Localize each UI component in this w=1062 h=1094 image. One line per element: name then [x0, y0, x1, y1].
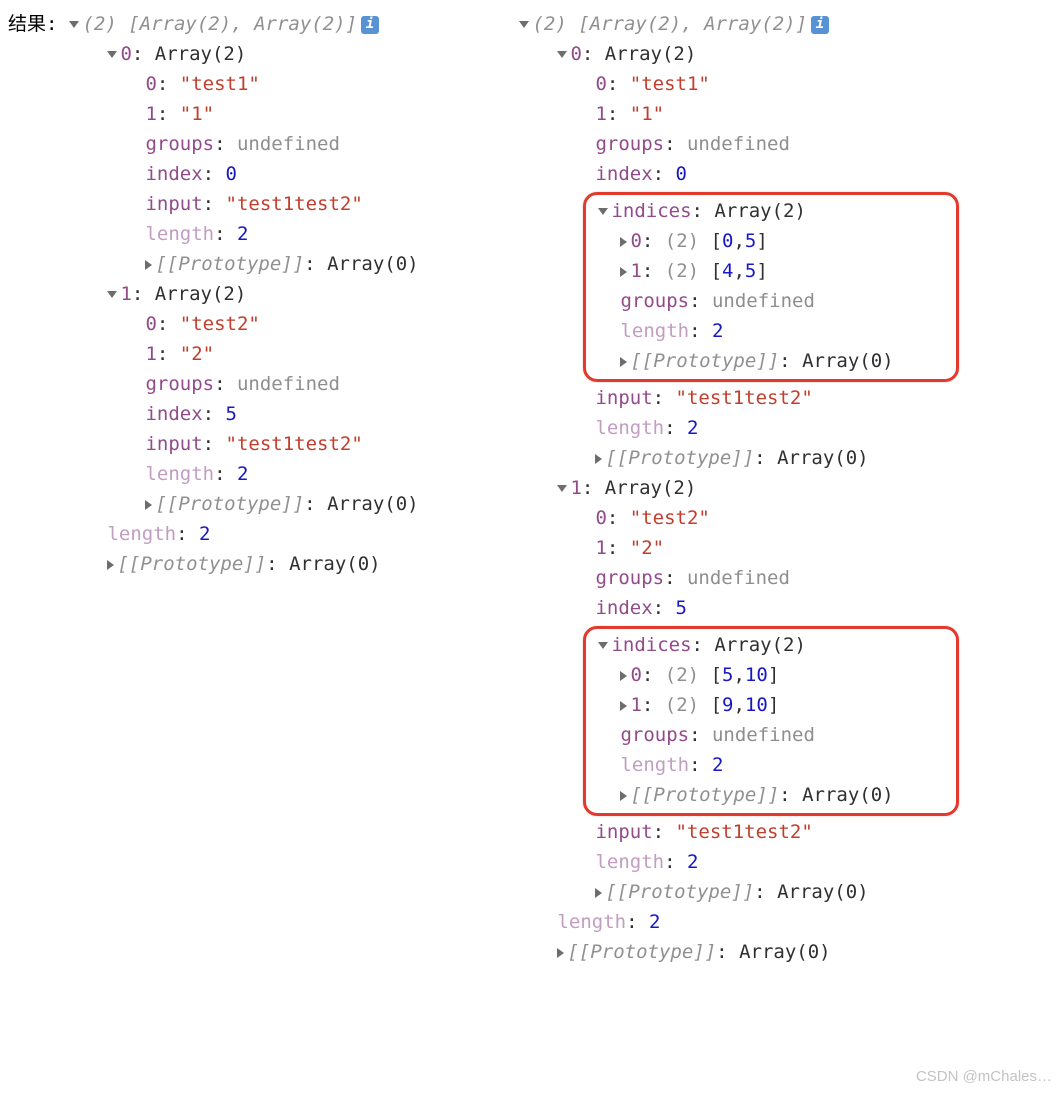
chevron-right-icon[interactable] — [557, 948, 564, 958]
property-length: length: 2 — [519, 848, 959, 878]
prototype-row[interactable]: [[Prototype]]: Array(0) — [69, 490, 509, 520]
chevron-right-icon[interactable] — [145, 500, 152, 510]
indices-header[interactable]: indices: Array(2) — [586, 197, 954, 227]
array-row-header[interactable]: 0: Array(2) — [519, 40, 959, 70]
property-length: length: 2 — [519, 908, 959, 938]
array-count: (2) — [82, 10, 116, 39]
array-value: 1: "2" — [69, 340, 509, 370]
chevron-down-icon[interactable] — [557, 485, 567, 492]
indices-row[interactable]: 1: (2) [4, 5] — [586, 257, 954, 287]
property-length: length: 2 — [586, 751, 954, 781]
property-length: length: 2 — [69, 220, 509, 250]
array-value: 1: "1" — [519, 100, 959, 130]
property-groups: groups: undefined — [519, 130, 959, 160]
chevron-down-icon[interactable] — [519, 21, 529, 28]
prototype-row[interactable]: [[Prototype]]: Array(0) — [519, 444, 959, 474]
highlighted-indices-box: indices: Array(2) 0: (2) [5, 10] 1: (2) … — [583, 626, 959, 816]
chevron-right-icon[interactable] — [107, 560, 114, 570]
chevron-right-icon[interactable] — [620, 357, 627, 367]
chevron-down-icon[interactable] — [107, 51, 117, 58]
property-index: index: 5 — [519, 594, 959, 624]
array-preview: [Array(2), Array(2)] — [578, 10, 807, 39]
indices-header[interactable]: indices: Array(2) — [586, 631, 954, 661]
array-value: 0: "test1" — [69, 70, 509, 100]
property-groups: groups: undefined — [586, 287, 954, 317]
object-header[interactable]: (2) [Array(2), Array(2)] i — [69, 10, 509, 40]
array-count: (2) — [532, 10, 566, 39]
chevron-down-icon[interactable] — [598, 208, 608, 215]
chevron-right-icon[interactable] — [145, 260, 152, 270]
array-value: 1: "2" — [519, 534, 959, 564]
result-label: 结果: — [8, 10, 57, 39]
object-header[interactable]: (2) [Array(2), Array(2)] i — [519, 10, 959, 40]
array-value: 0: "test2" — [519, 504, 959, 534]
property-input: input: "test1test2" — [69, 430, 509, 460]
indices-row[interactable]: 1: (2) [9, 10] — [586, 691, 954, 721]
property-input: input: "test1test2" — [69, 190, 509, 220]
property-groups: groups: undefined — [69, 130, 509, 160]
property-length: length: 2 — [69, 460, 509, 490]
prototype-row[interactable]: [[Prototype]]: Array(0) — [69, 250, 509, 280]
chevron-right-icon[interactable] — [595, 454, 602, 464]
chevron-down-icon[interactable] — [598, 642, 608, 649]
property-length: length: 2 — [69, 520, 509, 550]
property-groups: groups: undefined — [69, 370, 509, 400]
prototype-row[interactable]: [[Prototype]]: Array(0) — [586, 347, 954, 377]
property-groups: groups: undefined — [586, 721, 954, 751]
array-row-header[interactable]: 1: Array(2) — [519, 474, 959, 504]
info-icon[interactable]: i — [811, 16, 829, 34]
indices-row[interactable]: 0: (2) [0, 5] — [586, 227, 954, 257]
chevron-right-icon[interactable] — [620, 237, 627, 247]
chevron-right-icon[interactable] — [620, 791, 627, 801]
prototype-row[interactable]: [[Prototype]]: Array(0) — [586, 781, 954, 811]
array-preview: [Array(2), Array(2)] — [128, 10, 357, 39]
property-groups: groups: undefined — [519, 564, 959, 594]
property-input: input: "test1test2" — [519, 384, 959, 414]
chevron-down-icon[interactable] — [557, 51, 567, 58]
property-length: length: 2 — [519, 414, 959, 444]
prototype-row[interactable]: [[Prototype]]: Array(0) — [69, 550, 509, 580]
console-object-right: (2) [Array(2), Array(2)] i 0: Array(2) 0… — [519, 10, 959, 968]
prototype-row[interactable]: [[Prototype]]: Array(0) — [519, 878, 959, 908]
array-value: 0: "test1" — [519, 70, 959, 100]
property-input: input: "test1test2" — [519, 818, 959, 848]
console-object-left: (2) [Array(2), Array(2)] i 0: Array(2) 0… — [69, 10, 509, 968]
info-icon[interactable]: i — [361, 16, 379, 34]
array-value: 0: "test2" — [69, 310, 509, 340]
chevron-down-icon[interactable] — [69, 21, 79, 28]
chevron-right-icon[interactable] — [620, 267, 627, 277]
watermark: CSDN @mChales… — [916, 1065, 1052, 1088]
indices-row[interactable]: 0: (2) [5, 10] — [586, 661, 954, 691]
chevron-right-icon[interactable] — [620, 671, 627, 681]
array-row-header[interactable]: 0: Array(2) — [69, 40, 509, 70]
prototype-row[interactable]: [[Prototype]]: Array(0) — [519, 938, 959, 968]
property-index: index: 0 — [519, 160, 959, 190]
chevron-right-icon[interactable] — [595, 888, 602, 898]
chevron-right-icon[interactable] — [620, 701, 627, 711]
array-value: 1: "1" — [69, 100, 509, 130]
array-row-header[interactable]: 1: Array(2) — [69, 280, 509, 310]
property-index: index: 5 — [69, 400, 509, 430]
chevron-down-icon[interactable] — [107, 291, 117, 298]
property-length: length: 2 — [586, 317, 954, 347]
property-index: index: 0 — [69, 160, 509, 190]
highlighted-indices-box: indices: Array(2) 0: (2) [0, 5] 1: (2) [… — [583, 192, 959, 382]
